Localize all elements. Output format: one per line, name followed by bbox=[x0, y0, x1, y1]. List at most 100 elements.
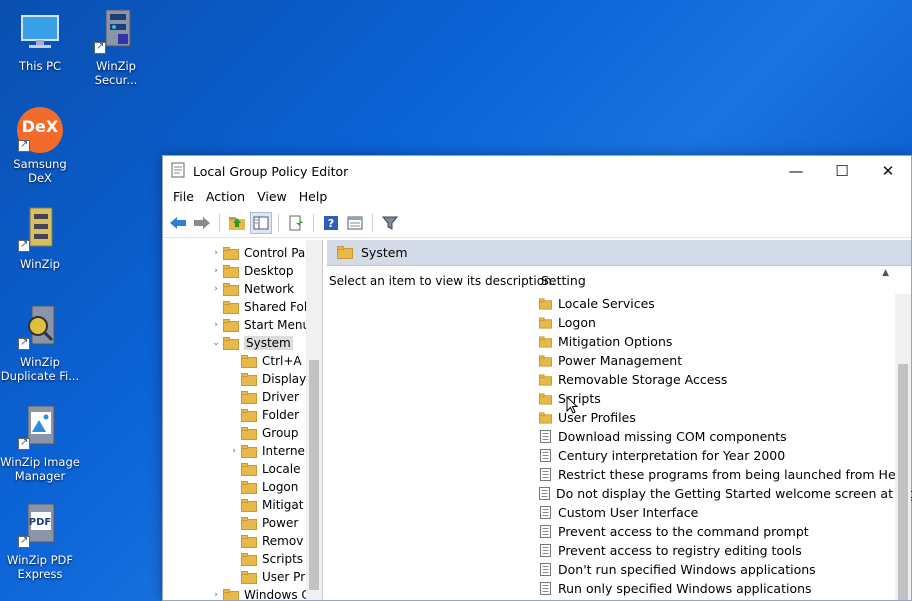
desktop-icon-winzip[interactable]: WinZip bbox=[0, 206, 80, 271]
forward-button[interactable] bbox=[191, 212, 213, 234]
settings-scrollbar[interactable] bbox=[895, 294, 911, 600]
desktop-icon-label: This PC bbox=[18, 59, 62, 73]
policy-setting-icon bbox=[540, 525, 551, 538]
folder-icon bbox=[241, 570, 257, 584]
policy-setting-row[interactable]: Century interpretation for Year 2000 bbox=[539, 446, 911, 465]
settings-scrollbar-thumb[interactable] bbox=[898, 364, 908, 600]
expander-icon[interactable]: ⌄ bbox=[209, 338, 223, 348]
filter-button[interactable] bbox=[379, 212, 401, 234]
setting-label: Mitigation Options bbox=[558, 334, 673, 349]
column-header-setting[interactable]: Setting ▲ bbox=[539, 266, 911, 294]
description-text: Select an item to view its description. bbox=[329, 274, 556, 288]
expander-icon[interactable]: › bbox=[209, 266, 223, 276]
setting-folder-row[interactable]: Logon bbox=[539, 313, 911, 332]
folder-icon bbox=[241, 480, 257, 494]
policy-setting-row[interactable]: Don't run specified Windows applications bbox=[539, 560, 911, 579]
desktop-icon-this-pc[interactable]: This PC bbox=[0, 8, 80, 73]
setting-label: Do not display the Getting Started welco… bbox=[556, 486, 912, 501]
policy-setting-icon bbox=[540, 468, 551, 481]
setting-folder-row[interactable]: Locale Services bbox=[539, 294, 911, 313]
policy-setting-row[interactable]: Run only specified Windows applications bbox=[539, 579, 911, 598]
tree-item[interactable]: › Windows C bbox=[163, 586, 322, 600]
desktop-icon-samsung-dex[interactable]: DeX Samsung DeX bbox=[0, 106, 80, 185]
desktop-icon-winzip-secure[interactable]: WinZip Secur... bbox=[76, 8, 156, 87]
maximize-button[interactable]: ☐ bbox=[819, 156, 865, 186]
tree-item[interactable]: Power bbox=[163, 514, 322, 532]
folder-icon bbox=[539, 411, 552, 424]
tree-item-label: Network bbox=[244, 282, 295, 296]
expander-icon[interactable]: › bbox=[227, 446, 241, 456]
desktop-icon-winzip-pdf-express[interactable]: PDF WinZip PDF Express bbox=[0, 502, 80, 581]
expander-icon[interactable]: › bbox=[209, 248, 223, 258]
tree-item[interactable]: › Start Menu bbox=[163, 316, 322, 334]
tree-item-label: Mitigat bbox=[262, 498, 304, 512]
setting-label: Locale Services bbox=[558, 296, 655, 311]
details-header: System bbox=[327, 240, 911, 266]
setting-folder-row[interactable]: Scripts bbox=[539, 389, 911, 408]
tree-item[interactable]: Folder bbox=[163, 406, 322, 424]
tree-item[interactable]: User Pr bbox=[163, 568, 322, 586]
policy-setting-row[interactable]: Restrict these programs from being launc… bbox=[539, 465, 911, 484]
menu-view[interactable]: View bbox=[251, 186, 293, 208]
desktop-icon-winzip-duplicate[interactable]: WinZip Duplicate Fi... bbox=[0, 304, 80, 383]
tree-item[interactable]: ⌄ System bbox=[163, 334, 322, 352]
menu-bar: File Action View Help bbox=[163, 186, 911, 208]
properties-button[interactable] bbox=[344, 212, 366, 234]
close-button[interactable]: ✕ bbox=[865, 156, 911, 186]
details-header-title: System bbox=[361, 245, 408, 260]
setting-label: Download missing COM components bbox=[558, 429, 787, 444]
folder-icon bbox=[539, 373, 552, 386]
export-list-button[interactable] bbox=[285, 212, 307, 234]
menu-file[interactable]: File bbox=[167, 186, 200, 208]
setting-folder-row[interactable]: Mitigation Options bbox=[539, 332, 911, 351]
minimize-button[interactable]: — bbox=[773, 156, 819, 186]
policy-setting-row[interactable]: Prevent access to the command prompt bbox=[539, 522, 911, 541]
tree-item[interactable]: Logon bbox=[163, 478, 322, 496]
policy-setting-row[interactable]: Do not display the Getting Started welco… bbox=[539, 484, 912, 503]
expander-icon[interactable]: › bbox=[209, 284, 223, 294]
up-folder-button[interactable] bbox=[226, 212, 248, 234]
shortcut-arrow-icon bbox=[18, 534, 30, 548]
tree-item[interactable]: Driver bbox=[163, 388, 322, 406]
menu-help[interactable]: Help bbox=[293, 186, 334, 208]
folder-icon bbox=[337, 246, 353, 259]
shortcut-arrow-icon bbox=[18, 436, 30, 450]
menu-action[interactable]: Action bbox=[200, 186, 251, 208]
back-button[interactable] bbox=[167, 212, 189, 234]
tree-item[interactable]: Remov bbox=[163, 532, 322, 550]
setting-folder-row[interactable]: Power Management bbox=[539, 351, 911, 370]
help-button[interactable]: ? bbox=[320, 212, 342, 234]
tree-item[interactable]: Mitigat bbox=[163, 496, 322, 514]
setting-folder-row[interactable]: Removable Storage Access bbox=[539, 370, 911, 389]
tree-item[interactable]: Display bbox=[163, 370, 322, 388]
setting-folder-row[interactable]: User Profiles bbox=[539, 408, 911, 427]
policy-setting-row[interactable]: Download missing COM components bbox=[539, 427, 911, 446]
tree-item[interactable]: › Interne bbox=[163, 442, 322, 460]
policy-setting-icon bbox=[540, 430, 551, 443]
folder-icon bbox=[539, 316, 552, 329]
tree-item[interactable]: Locale bbox=[163, 460, 322, 478]
folder-icon bbox=[223, 318, 239, 332]
tree-item[interactable]: Scripts bbox=[163, 550, 322, 568]
show-hide-tree-button[interactable] bbox=[250, 211, 272, 234]
tree-item[interactable]: Group bbox=[163, 424, 322, 442]
tree-item[interactable]: › Desktop bbox=[163, 262, 322, 280]
tree-scrollbar[interactable] bbox=[306, 240, 322, 600]
policy-setting-row[interactable]: Prevent access to registry editing tools bbox=[539, 541, 911, 560]
title-bar[interactable]: Local Group Policy Editor — ☐ ✕ bbox=[163, 156, 911, 186]
folder-icon bbox=[241, 498, 257, 512]
desktop-icon-winzip-image-manager[interactable]: WinZip Image Manager bbox=[0, 404, 80, 483]
window-title: Local Group Policy Editor bbox=[193, 163, 349, 179]
setting-label: Run only specified Windows applications bbox=[558, 581, 812, 596]
tree-item-label: Windows C bbox=[244, 588, 310, 600]
tree-scrollbar-thumb[interactable] bbox=[309, 360, 319, 590]
tree-item[interactable]: Ctrl+A bbox=[163, 352, 322, 370]
tree-item[interactable]: › Network bbox=[163, 280, 322, 298]
desktop-icon-label: Samsung DeX bbox=[13, 157, 67, 185]
console-tree: › Control Pa › Desktop › Network Shared Fol › St… bbox=[163, 240, 323, 600]
policy-setting-row[interactable]: Custom User Interface bbox=[539, 503, 911, 522]
tree-item[interactable]: Shared Fol bbox=[163, 298, 322, 316]
tree-item[interactable]: › Control Pa bbox=[163, 244, 322, 262]
expander-icon[interactable]: › bbox=[209, 320, 223, 330]
expander-icon[interactable]: › bbox=[209, 590, 223, 600]
